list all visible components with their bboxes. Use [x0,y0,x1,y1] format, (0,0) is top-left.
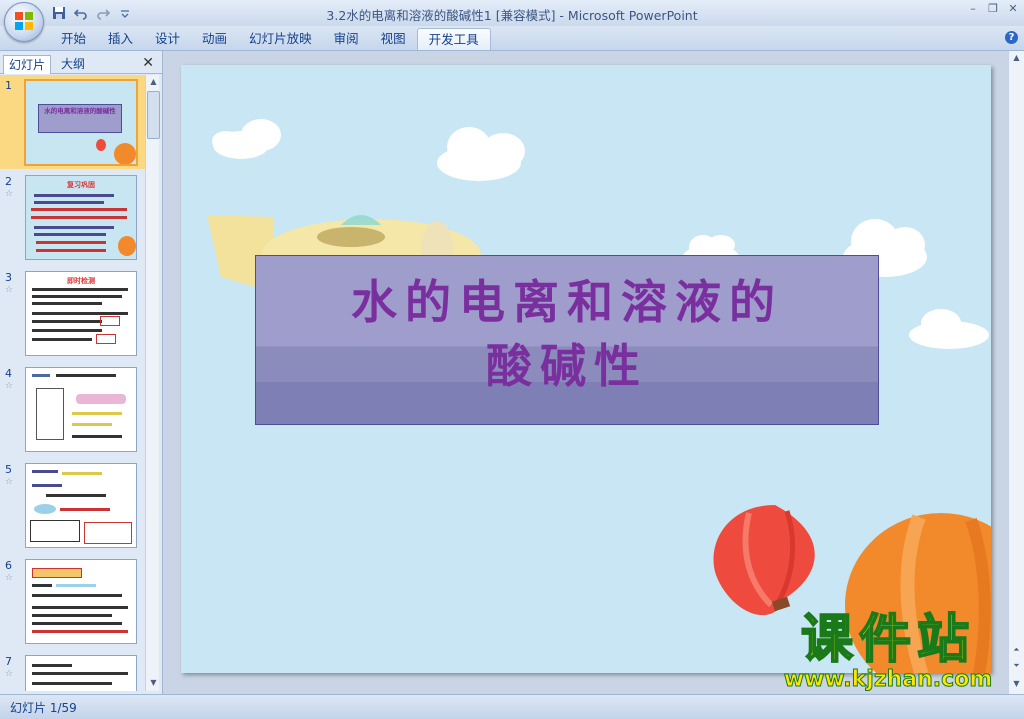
slide-scrollbar[interactable]: ▲ ⏶ ⏷ ▼ [1008,51,1024,694]
slide-thumbnail-4[interactable]: 4 ☆ [0,363,145,457]
tab-insert[interactable]: 插入 [97,28,144,49]
animation-star-icon: ☆ [5,477,14,487]
balloon-red-icon [713,505,815,616]
slide-editor: 水的电离和溶液的 酸碱性 [163,51,1009,694]
watermark-title: 课件站 [800,610,975,670]
thumbnail-image [25,367,137,452]
thumbnail-title: 水的电离和溶液的酸碱性 [38,104,122,133]
slide-counter: 幻灯片 1/59 [10,701,77,715]
balloon-orange-icon [114,143,136,164]
tab-design[interactable]: 设计 [144,28,191,49]
tab-developer[interactable]: 开发工具 [416,28,491,50]
thumbnail-image: 水的电离和溶液的酸碱性 [24,79,138,166]
slide-number: 5 [5,463,12,476]
cloud-icon [437,127,525,181]
office-button[interactable] [4,2,44,42]
slide-number: 3 [5,271,12,284]
app-name: Microsoft PowerPoint [567,8,698,23]
scroll-up-icon[interactable]: ▲ [148,77,159,88]
animation-star-icon: ☆ [5,381,14,391]
tab-home[interactable]: 开始 [50,28,97,49]
thumbnail-image: 即时检测 [25,271,137,356]
animation-star-icon: ☆ [5,285,14,295]
slide-title-line-2: 酸碱性 [486,339,648,393]
thumbnail-image [25,559,137,644]
thumbnail-image [25,655,137,691]
ribbon-tab-bar: 开始 插入 设计 动画 幻灯片放映 审阅 视图 开发工具 ? [0,26,1024,51]
slide-thumbnail-1[interactable]: 1 水的电离和溶液的酸碱性 [0,75,145,169]
document-name: 3.2水的电离和溶液的酸碱性1 [兼容模式] [326,8,556,23]
slide-title-line-1: 水的电离和溶液的 [351,275,783,329]
tab-view[interactable]: 视图 [370,28,417,49]
animation-star-icon: ☆ [5,669,14,679]
previous-slide-icon[interactable]: ⏶ [1011,645,1022,656]
scrollbar-thumb[interactable] [147,91,160,139]
watermark-logo: 课件站 www.kjzhan.com [768,610,1008,692]
status-bar: 幻灯片 1/59 [0,694,1024,719]
minimize-icon[interactable]: – [966,2,980,16]
help-icon[interactable]: ? [1005,31,1018,44]
office-logo-icon [15,12,33,30]
watermark-url: www.kjzhan.com [783,667,993,692]
slide-thumbnail-2[interactable]: 2 ☆ 复习巩固 [0,171,145,265]
slide-number: 2 [5,175,12,188]
close-pane-icon[interactable]: ✕ [142,55,154,71]
tab-slides[interactable]: 幻灯片 [3,55,52,74]
window-title: 3.2水的电离和溶液的酸碱性1 [兼容模式] - Microsoft Power… [326,8,698,23]
tab-slideshow[interactable]: 幻灯片放映 [238,28,323,49]
thumbnail-scrollbar[interactable]: ▲ ▼ [145,75,160,691]
slide-number: 4 [5,367,12,380]
window-controls: – ❐ ✕ [966,2,1020,16]
ribbon-tabs: 开始 插入 设计 动画 幻灯片放映 审阅 视图 开发工具 [50,28,491,50]
slide-thumbnail-5[interactable]: 5 ☆ [0,459,145,553]
tab-review[interactable]: 审阅 [323,28,370,49]
thumbnail-title: 复习巩固 [67,181,95,189]
scroll-down-icon[interactable]: ▼ [148,678,159,689]
tab-outline[interactable]: 大纲 [56,55,90,73]
slide-thumbnail-7[interactable]: 7 ☆ [0,651,145,691]
tab-animations[interactable]: 动画 [191,28,238,49]
restore-icon[interactable]: ❐ [986,2,1000,16]
title-bar: 3.2水的电离和溶液的酸碱性1 [兼容模式] - Microsoft Power… [0,0,1024,26]
cloud-icon [212,119,281,159]
title-placeholder[interactable]: 水的电离和溶液的 酸碱性 [255,255,879,425]
slides-pane: 幻灯片 大纲 ✕ 1 水的电离和溶液的酸碱性 2 ☆ 复习巩固 3 ☆ 即时检测… [0,51,163,694]
thumbnail-list: 1 水的电离和溶液的酸碱性 2 ☆ 复习巩固 3 ☆ 即时检测 4 ☆ 5 ☆ … [0,75,145,691]
scroll-up-icon[interactable]: ▲ [1011,53,1022,64]
pane-tabs: 幻灯片 大纲 ✕ [0,53,162,74]
next-slide-icon[interactable]: ⏷ [1011,661,1022,672]
slide-number: 7 [5,655,12,668]
animation-star-icon: ☆ [5,189,14,199]
slide-canvas[interactable]: 水的电离和溶液的 酸碱性 [181,65,991,673]
slide-number: 6 [5,559,12,572]
thumbnail-image: 复习巩固 [25,175,137,260]
slide-number: 1 [5,79,12,92]
scroll-down-icon[interactable]: ▼ [1011,679,1022,690]
slide-title: 水的电离和溶液的 酸碱性 [256,270,878,398]
close-icon[interactable]: ✕ [1006,2,1020,16]
thumbnail-title: 即时检测 [67,277,95,285]
slide-thumbnail-3[interactable]: 3 ☆ 即时检测 [0,267,145,361]
thumbnail-image [25,463,137,548]
slide-thumbnail-6[interactable]: 6 ☆ [0,555,145,649]
cloud-icon [909,309,989,349]
balloon-red-icon [96,139,106,151]
animation-star-icon: ☆ [5,573,14,583]
